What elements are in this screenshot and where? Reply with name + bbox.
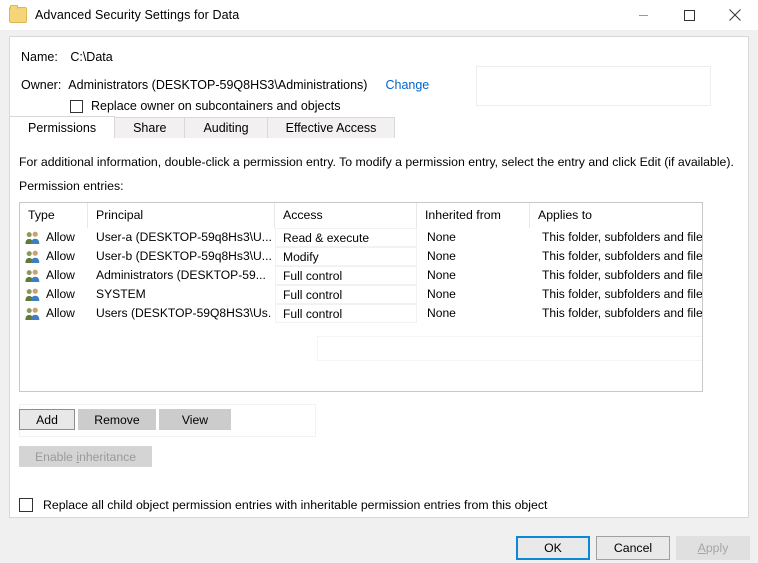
cancel-button-label: Cancel [614, 541, 652, 555]
cell-type: Allow [20, 247, 88, 266]
column-header-principal[interactable]: Principal [88, 203, 275, 228]
owner-value: Administrators (DESKTOP-59Q8HS3\Administ… [68, 78, 367, 92]
add-button-label: Add [36, 413, 58, 427]
name-label: Name: [21, 50, 58, 64]
apply-button-label: Apply [698, 541, 729, 555]
cell-type: Allow [20, 228, 88, 247]
tab-share-label: Share [133, 121, 166, 135]
decorative-empty-box [476, 66, 711, 106]
users-icon [25, 250, 40, 264]
tab-auditing[interactable]: Auditing [184, 117, 267, 138]
replace-owner-label: Replace owner on subcontainers and objec… [91, 99, 340, 113]
cell-principal: Administrators (DESKTOP-59... [88, 266, 275, 285]
cell-type-label: Allow [46, 304, 75, 323]
column-header-inherited-from[interactable]: Inherited from [417, 203, 530, 228]
cell-access: Read & execute [275, 228, 417, 247]
name-row: Name: C:\Data [21, 50, 113, 64]
window-controls [620, 0, 758, 30]
window-title: Advanced Security Settings for Data [35, 8, 239, 22]
owner-row: Owner: Administrators (DESKTOP-59Q8HS3\A… [21, 78, 429, 92]
replace-owner-checkbox[interactable] [70, 100, 83, 113]
cell-access: Full control [275, 266, 417, 285]
permission-entries-label: Permission entries: [19, 179, 124, 193]
remove-button-label: Remove [94, 413, 139, 427]
close-icon[interactable] [712, 0, 758, 30]
table-row[interactable]: Allow Users (DESKTOP-59Q8HS3\Us. Full co… [20, 304, 702, 323]
tab-effective-access[interactable]: Effective Access [267, 117, 396, 138]
table-row[interactable]: Allow User-b (DESKTOP-59q8Hs3\U... Modif… [20, 247, 702, 266]
cell-access: Modify [275, 247, 417, 266]
cell-principal: SYSTEM [88, 285, 275, 304]
cell-type-label: Allow [46, 228, 75, 247]
table-row[interactable]: Allow SYSTEM Full control None This fold… [20, 285, 702, 304]
replace-all-child-checkbox-row[interactable]: Replace all child object permission entr… [19, 498, 547, 512]
tab-bar: Permissions Share Auditing Effective Acc… [9, 116, 394, 138]
cell-type-label: Allow [46, 266, 75, 285]
replace-owner-checkbox-row[interactable]: Replace owner on subcontainers and objec… [70, 99, 340, 113]
maximize-icon[interactable] [666, 0, 712, 30]
ok-button[interactable]: OK [516, 536, 590, 560]
apply-button: Apply [676, 536, 750, 560]
cancel-button[interactable]: Cancel [596, 536, 670, 560]
list-render-artifact [317, 336, 703, 361]
cell-type-label: Allow [46, 247, 75, 266]
view-button[interactable]: View [159, 409, 231, 430]
permission-entries-list[interactable]: Type Principal Access Inherited from App… [19, 202, 703, 392]
cell-applies-to: This folder, subfolders and files [530, 304, 702, 323]
cell-applies-to: This folder, subfolders and files [530, 247, 702, 266]
info-text: For additional information, double-click… [19, 155, 734, 169]
cell-applies-to: This folder, subfolders and files [530, 285, 702, 304]
ok-button-label: OK [544, 541, 562, 555]
table-row[interactable]: Allow Administrators (DESKTOP-59... Full… [20, 266, 702, 285]
cell-inherited-from: None [417, 228, 530, 247]
cell-principal: Users (DESKTOP-59Q8HS3\Us. [88, 304, 275, 323]
cell-type: Allow [20, 285, 88, 304]
tab-permissions-label: Permissions [28, 121, 96, 135]
cell-type-label: Allow [46, 285, 75, 304]
add-button[interactable]: Add [19, 409, 75, 430]
cell-inherited-from: None [417, 285, 530, 304]
replace-all-child-label: Replace all child object permission entr… [43, 498, 547, 512]
cell-principal: User-a (DESKTOP-59q8Hs3\U... [88, 228, 275, 247]
change-owner-link[interactable]: Change [385, 78, 429, 92]
table-row[interactable]: Allow User-a (DESKTOP-59q8Hs3\U... Read … [20, 228, 702, 247]
users-icon [25, 288, 40, 302]
cell-type: Allow [20, 266, 88, 285]
cell-access: Full control [275, 304, 417, 323]
cell-access: Full control [275, 285, 417, 304]
minimize-icon[interactable] [620, 0, 666, 30]
cell-principal: User-b (DESKTOP-59q8Hs3\U... [88, 247, 275, 266]
cell-inherited-from: None [417, 247, 530, 266]
column-header-access[interactable]: Access [275, 203, 417, 228]
column-header-type[interactable]: Type [20, 203, 88, 228]
list-header: Type Principal Access Inherited from App… [20, 203, 702, 228]
cell-inherited-from: None [417, 266, 530, 285]
users-icon [25, 231, 40, 245]
cell-type: Allow [20, 304, 88, 323]
folder-icon [9, 7, 27, 23]
cell-inherited-from: None [417, 304, 530, 323]
name-value: C:\Data [70, 50, 112, 64]
users-icon [25, 269, 40, 283]
title-bar: Advanced Security Settings for Data [0, 0, 758, 30]
enable-inheritance-button: Enable inheritance [19, 446, 152, 467]
tab-share[interactable]: Share [114, 117, 185, 138]
view-button-label: View [182, 413, 208, 427]
tab-auditing-label: Auditing [203, 121, 248, 135]
replace-all-child-checkbox[interactable] [19, 498, 33, 512]
owner-label: Owner: [21, 78, 61, 92]
users-icon [25, 307, 40, 321]
remove-button[interactable]: Remove [78, 409, 156, 430]
cell-applies-to: This folder, subfolders and files [530, 266, 702, 285]
enable-inheritance-label: Enable inheritance [35, 450, 136, 464]
tab-permissions[interactable]: Permissions [9, 116, 115, 138]
cell-applies-to: This folder, subfolders and files [530, 228, 702, 247]
column-header-applies-to[interactable]: Applies to [530, 203, 702, 228]
tab-effective-access-label: Effective Access [286, 121, 377, 135]
